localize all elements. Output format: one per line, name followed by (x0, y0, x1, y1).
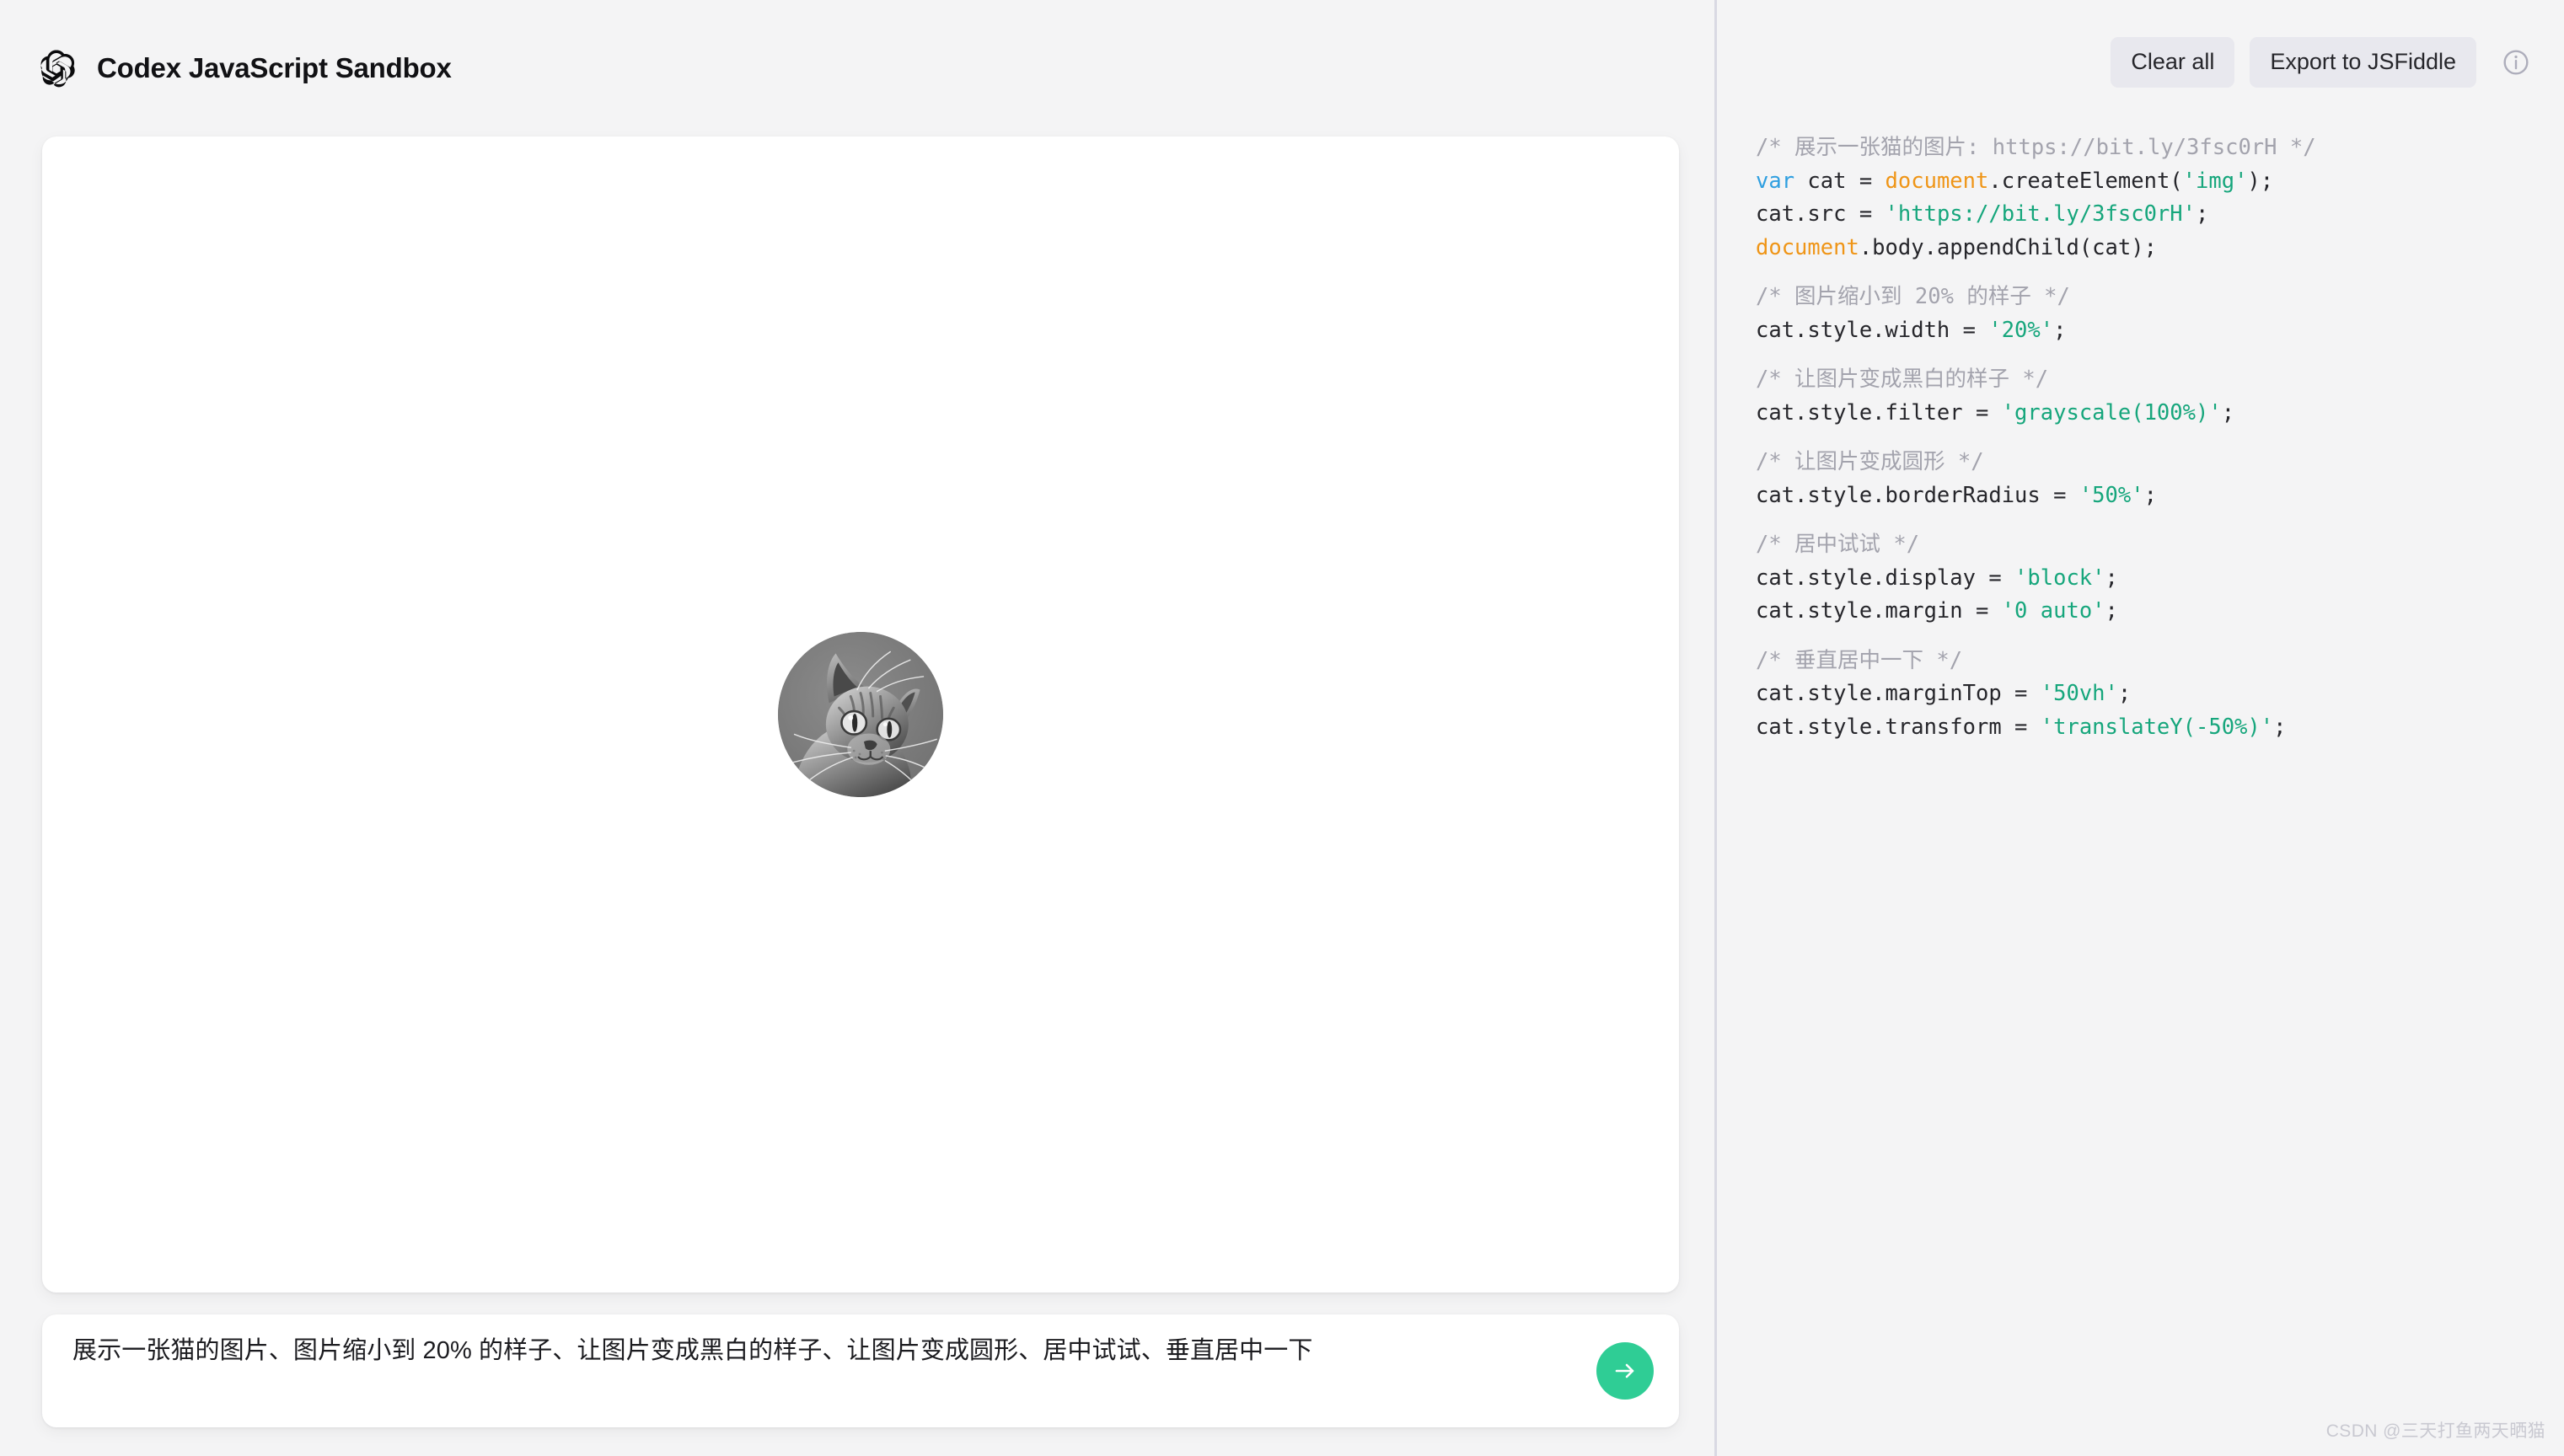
page-title: Codex JavaScript Sandbox (97, 52, 452, 83)
code-token: /* 让图片变成圆形 */ (1756, 449, 1984, 474)
code-block: /* 图片缩小到 20% 的样子 */ cat.style.width = '20… (1756, 281, 2530, 347)
code-token: /* 让图片变成黑白的样子 */ (1756, 367, 2049, 392)
code-block: /* 让图片变成圆形 */ cat.style.borderRadius = '5… (1756, 446, 2530, 512)
code-block: /* 展示一张猫的图片: https://bit.ly/3fsc0rH */ va… (1756, 131, 2530, 265)
code-line: cat.style.width = '20%'; (1756, 314, 2530, 348)
cat-stage (42, 136, 1679, 1293)
code-line: document.body.appendChild(cat); (1756, 232, 2530, 265)
submit-prompt-button[interactable] (1596, 1342, 1654, 1400)
watermark: CSDN @三天打鱼两天晒猫 (2325, 1421, 2545, 1441)
code-token: cat.src = (1756, 201, 1885, 227)
code-line: cat.style.marginTop = '50vh'; (1756, 677, 2530, 711)
code-token: document (1885, 168, 1989, 194)
code-line: cat.style.borderRadius = '50%'; (1756, 479, 2530, 513)
code-line: /* 图片缩小到 20% 的样子 */ (1756, 281, 2530, 314)
preview-canvas (42, 136, 1679, 1293)
code-line: cat.style.filter = 'grayscale(100%)'; (1756, 397, 2530, 431)
prompt-composer[interactable] (42, 1314, 1679, 1427)
code-token: '50%' (2079, 482, 2144, 508)
code-editor[interactable]: /* 展示一张猫的图片: https://bit.ly/3fsc0rH */ va… (1717, 125, 2564, 1456)
code-token: cat.style.filter = (1756, 399, 2002, 426)
code-line: /* 展示一张猫的图片: https://bit.ly/3fsc0rH */ (1756, 131, 2530, 165)
code-token: 'block' (2014, 565, 2105, 591)
code-line: cat.style.display = 'block'; (1756, 562, 2530, 596)
code-token: cat.style.borderRadius = (1756, 482, 2079, 508)
code-token: 'grayscale(100%)' (2001, 399, 2222, 426)
code-token: /* 图片缩小到 20% 的样子 */ (1756, 284, 2070, 309)
info-circle-icon[interactable] (2500, 46, 2532, 78)
code-token: cat.style.margin = (1756, 598, 2002, 624)
code-token: ; (2105, 565, 2118, 591)
code-pane: Clear all Export to JSFiddle /* 展示一张猫的图片… (1717, 0, 2564, 1456)
code-token: '20%' (1988, 317, 2054, 343)
cat-image (778, 632, 943, 797)
openai-logo-icon (35, 47, 78, 89)
preview-pane: Codex JavaScript Sandbox (0, 0, 1714, 1456)
code-token: '0 auto' (2001, 598, 2105, 624)
code-token: .body.appendChild(cat); (1859, 234, 2157, 260)
export-to-jsfiddle-button[interactable]: Export to JSFiddle (2250, 37, 2476, 88)
code-token: cat.style.transform = (1756, 714, 2041, 740)
code-token: /* 居中试试 */ (1756, 532, 1920, 557)
code-toolbar: Clear all Export to JSFiddle (1717, 0, 2564, 125)
code-token: 'translateY(-50%)' (2040, 714, 2274, 740)
code-block: /* 垂直居中一下 */ cat.style.marginTop = '50vh'… (1756, 645, 2530, 745)
arrow-right-icon (1612, 1357, 1639, 1384)
code-token: 'https://bit.ly/3fsc0rH' (1885, 201, 2196, 227)
code-token: ; (2221, 399, 2235, 426)
code-line: /* 垂直居中一下 */ (1756, 645, 2530, 678)
code-token: '50vh' (2040, 681, 2118, 706)
code-token: cat.style.width = (1756, 317, 1989, 343)
prompt-input[interactable] (72, 1332, 1581, 1410)
clear-all-button[interactable]: Clear all (2111, 37, 2235, 88)
code-token: document (1756, 234, 1859, 260)
code-token: /* 展示一张猫的图片: https://bit.ly/3fsc0rH */ (1756, 135, 2316, 160)
code-token: var (1756, 168, 1795, 194)
code-token: 'img' (2182, 168, 2248, 194)
app-header: Codex JavaScript Sandbox (0, 0, 1714, 136)
code-line: cat.style.transform = 'translateY(-50%)'… (1756, 711, 2530, 745)
code-token: ); (2247, 168, 2274, 194)
code-token: ; (2196, 201, 2209, 227)
code-line: var cat = document.createElement('img'); (1756, 165, 2530, 199)
code-token: cat = (1794, 168, 1885, 194)
code-block: /* 居中试试 */cat.style.display = 'block'; ca… (1756, 528, 2530, 629)
code-block: /* 让图片变成黑白的样子 */ cat.style.filter = 'gray… (1756, 363, 2530, 430)
code-token: ; (2053, 317, 2067, 343)
code-token: cat.style.marginTop = (1756, 681, 2041, 706)
code-line: cat.src = 'https://bit.ly/3fsc0rH'; (1756, 198, 2530, 232)
code-token: ; (2105, 598, 2118, 624)
code-line: /* 居中试试 */ (1756, 528, 2530, 562)
code-line: cat.style.margin = '0 auto'; (1756, 595, 2530, 629)
code-token: .createElement( (1988, 168, 2183, 194)
code-line: /* 让图片变成圆形 */ (1756, 446, 2530, 479)
code-token: ; (2117, 681, 2132, 706)
code-line: /* 让图片变成黑白的样子 */ (1756, 363, 2530, 397)
code-token: ; (2143, 482, 2157, 508)
code-token: /* 垂直居中一下 */ (1756, 647, 1963, 673)
code-token: cat.style.display = (1756, 565, 2015, 591)
code-token: ; (2273, 714, 2287, 740)
